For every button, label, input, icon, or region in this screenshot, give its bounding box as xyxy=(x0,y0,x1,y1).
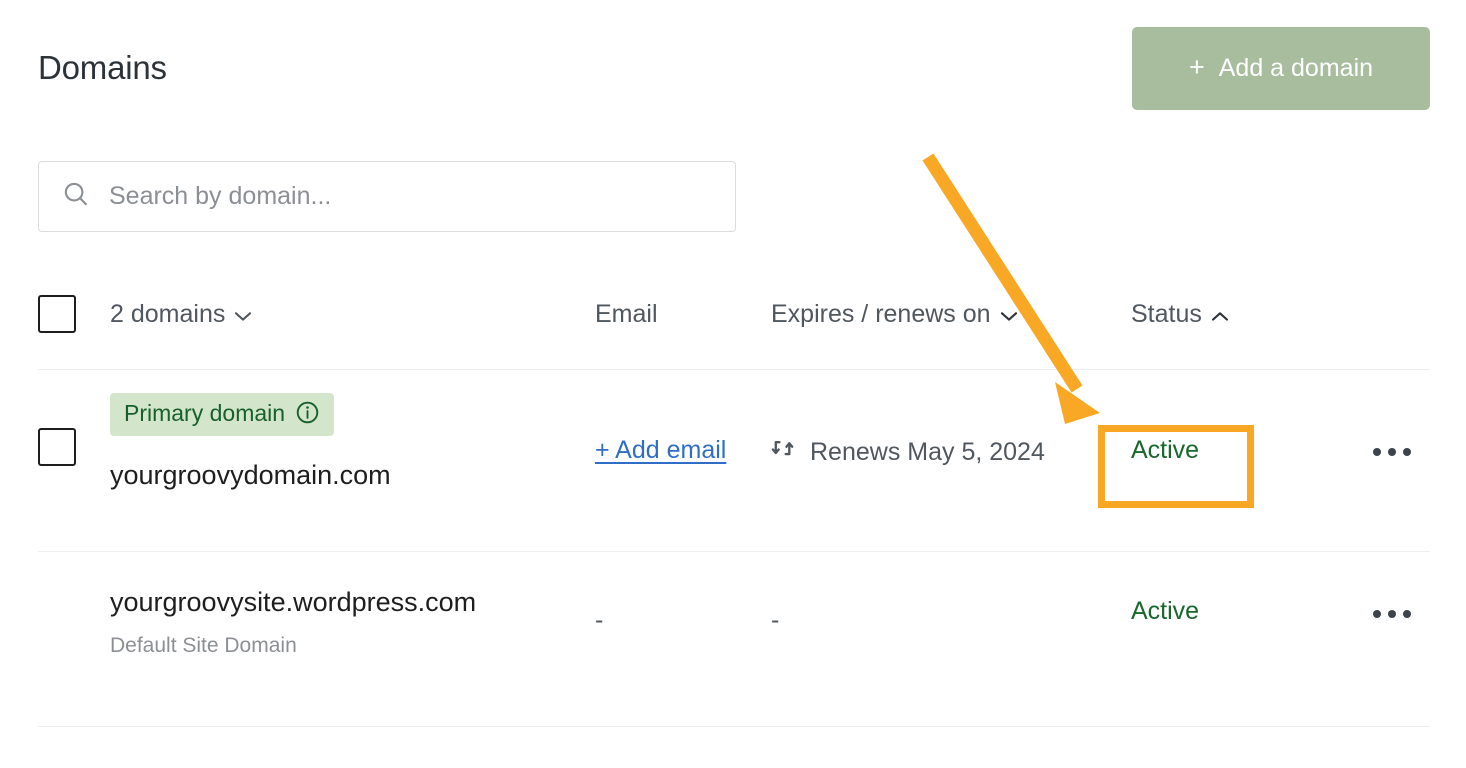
select-all-checkbox[interactable] xyxy=(38,295,76,333)
email-empty-value: - xyxy=(595,606,604,634)
status-badge: Primary domain xyxy=(110,393,335,436)
domain-subtitle: Default Site Domain xyxy=(110,634,297,657)
select-all-wrapper xyxy=(38,295,76,333)
column-header-status[interactable]: Status xyxy=(1131,300,1229,329)
ellipsis-icon[interactable] xyxy=(1371,604,1413,624)
dot xyxy=(1388,610,1396,618)
domain-count-label: 2 domains xyxy=(110,300,226,328)
table-row[interactable]: yourgroovysite.wordpress.com Default Sit… xyxy=(38,552,1430,727)
expiry-empty-value: - xyxy=(771,606,780,634)
dot xyxy=(1388,448,1396,456)
sync-arrows-icon xyxy=(771,436,799,469)
dot xyxy=(1403,448,1411,456)
info-circle-icon[interactable] xyxy=(295,400,320,429)
column-header-domain-count[interactable]: 2 domains xyxy=(110,300,252,329)
expiry-date: Renews May 5, 2024 xyxy=(810,438,1045,466)
add-domain-label: Add a domain xyxy=(1218,54,1374,82)
add-email-link[interactable]: + Add email xyxy=(595,436,726,464)
plus-icon: + xyxy=(1188,52,1205,82)
search-field[interactable] xyxy=(38,161,736,232)
domains-page: Domains + Add a domain 2 domains xyxy=(0,0,1466,768)
primary-domain-label: Primary domain xyxy=(124,400,286,426)
table-header-row: 2 domains Email Expires / renews on Stat… xyxy=(38,286,1430,370)
column-header-expiry-label: Expires / renews on xyxy=(771,300,991,328)
dot xyxy=(1373,610,1381,618)
chevron-down-icon xyxy=(234,300,252,329)
domain-name[interactable]: yourgroovysite.wordpress.com xyxy=(110,587,476,617)
column-header-email: Email xyxy=(595,300,658,328)
search-icon xyxy=(61,179,91,214)
chevron-up-icon xyxy=(1211,300,1229,329)
expiry-cell: Renews May 5, 2024 xyxy=(771,436,1045,469)
chevron-down-icon xyxy=(1000,300,1018,329)
row-select-checkbox[interactable] xyxy=(38,428,76,466)
ellipsis-icon[interactable] xyxy=(1371,442,1413,462)
column-header-expiry[interactable]: Expires / renews on xyxy=(771,300,1018,329)
search-input[interactable] xyxy=(109,182,717,211)
row-status: Active xyxy=(1131,436,1200,464)
table-row[interactable]: Primary domain yourgroovydomain.com + Ad… xyxy=(38,370,1430,552)
page-title: Domains xyxy=(38,49,167,86)
column-header-status-label: Status xyxy=(1131,300,1202,328)
domains-table: 2 domains Email Expires / renews on Stat… xyxy=(38,286,1430,727)
row-status: Active xyxy=(1131,597,1200,625)
domain-name[interactable]: yourgroovydomain.com xyxy=(110,460,391,490)
row-select-wrapper xyxy=(38,428,76,466)
dot xyxy=(1373,448,1381,456)
add-domain-button[interactable]: + Add a domain xyxy=(1132,27,1430,110)
dot xyxy=(1403,610,1411,618)
